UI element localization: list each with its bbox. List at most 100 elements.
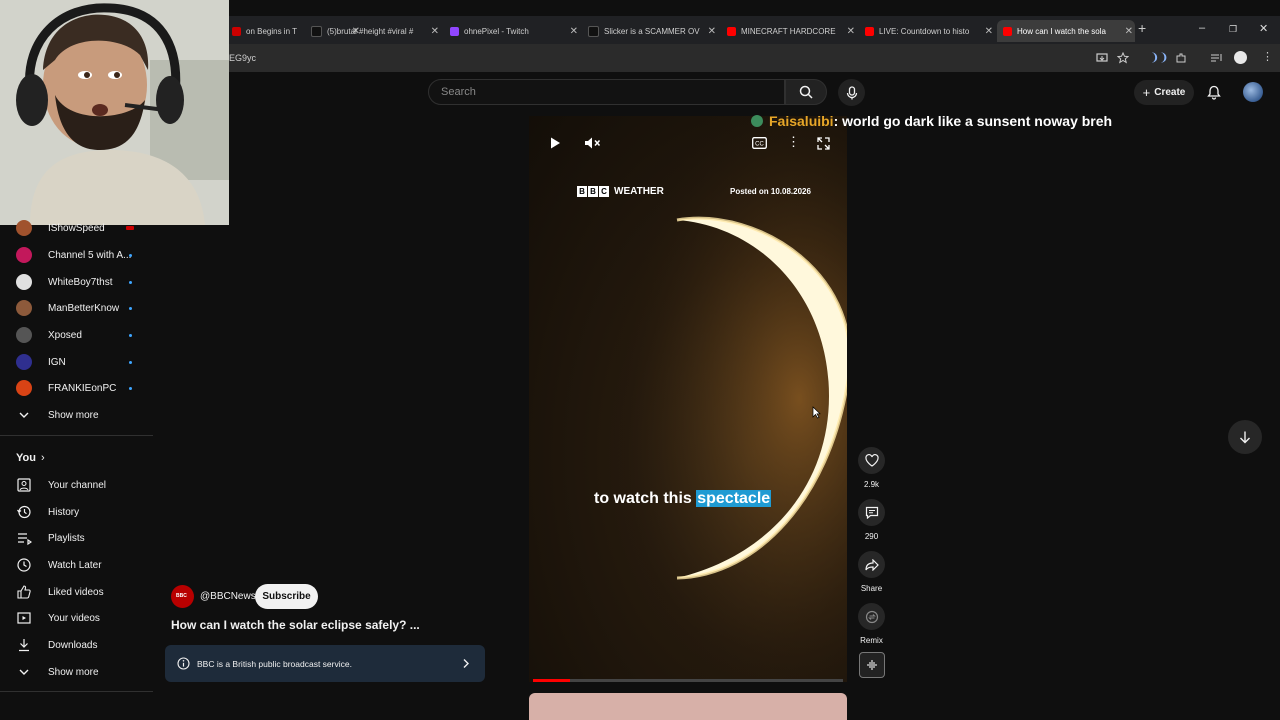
browser-tab[interactable]: LIVE: Countdown to histo ✕ (865, 20, 995, 42)
subscribe-button[interactable]: Subscribe (255, 584, 318, 609)
install-app-icon[interactable] (1096, 52, 1108, 64)
divider (0, 435, 153, 436)
share-button[interactable] (858, 551, 885, 578)
url-text[interactable]: EG9yc (229, 53, 256, 63)
like-button[interactable] (858, 447, 885, 474)
browser-tab[interactable]: ohnePixel - Twitch ✕ (450, 20, 580, 42)
comments-button[interactable] (858, 499, 885, 526)
extension-icon[interactable]: ❩❩ (1150, 51, 1168, 64)
channel-avatar (16, 380, 32, 396)
youtube-icon (865, 26, 874, 36)
live-indicator-icon (126, 226, 134, 230)
notifications-bell-icon[interactable] (1207, 85, 1221, 100)
sidebar-item-history[interactable]: History (0, 500, 153, 524)
chat-overlay-message: Faisaluibi: world go dark like a sunsent… (751, 113, 1112, 129)
bbc-logo-letter: C (599, 186, 609, 197)
profile-avatar[interactable] (1234, 51, 1247, 64)
channel-avatar (16, 354, 32, 370)
new-content-dot-icon (129, 306, 132, 310)
sidebar-item-label: Channel 5 with A... (48, 249, 132, 261)
sidebar-item-downloads[interactable]: Downloads (0, 633, 153, 657)
sidebar-item-subscription[interactable]: IGN (0, 350, 153, 374)
closed-captions-icon[interactable]: CC (752, 137, 767, 149)
new-tab-icon[interactable]: + (1138, 20, 1146, 36)
audio-waveform-icon (867, 660, 877, 670)
chat-message-text: : world go dark like a sunsent noway bre… (833, 113, 1113, 129)
sidebar-item-subscription[interactable]: ManBetterKnow (0, 296, 153, 320)
close-window-icon[interactable]: ✕ (1259, 22, 1268, 35)
sidebar-you-heading[interactable]: You › (0, 446, 153, 470)
browser-tab[interactable]: MINECRAFT HARDCORE ✕ (727, 20, 857, 42)
sidebar-show-more[interactable]: Show more (0, 660, 153, 684)
sound-button[interactable] (859, 652, 885, 678)
sidebar-item-your-videos[interactable]: Your videos (0, 606, 153, 630)
close-tab-icon[interactable]: ✕ (431, 26, 439, 37)
youtube-icon (232, 26, 241, 36)
shorts-video-player[interactable] (529, 116, 847, 682)
close-tab-icon[interactable]: ✕ (570, 26, 578, 37)
new-content-dot-icon (129, 386, 132, 390)
watch-later-icon (17, 558, 31, 572)
new-content-dot-icon (129, 253, 132, 257)
create-button[interactable]: + Create (1134, 80, 1194, 105)
video-title[interactable]: How can I watch the solar eclipse safely… (171, 618, 420, 632)
account-avatar[interactable] (1243, 82, 1263, 102)
channel-handle[interactable]: @BBCNews (200, 591, 256, 602)
close-tab-icon[interactable]: ✕ (1125, 26, 1133, 37)
bookmark-star-icon[interactable] (1117, 52, 1129, 64)
comment-count: 290 (864, 532, 879, 541)
media-control-icon[interactable] (1210, 52, 1223, 64)
your-channel-icon (17, 478, 31, 492)
close-tab-icon[interactable]: ✕ (708, 26, 716, 37)
sidebar-item-playlists[interactable]: Playlists (0, 526, 153, 550)
channel-avatar[interactable]: BBC (171, 585, 194, 608)
microphone-icon (846, 85, 857, 99)
remix-button[interactable] (858, 603, 885, 630)
minimize-icon[interactable]: – (1199, 22, 1205, 34)
search-input[interactable]: Search (428, 79, 785, 105)
tab-label: ohnePixel - Twitch (464, 26, 529, 36)
search-button[interactable] (785, 79, 827, 105)
next-video-button[interactable] (1228, 420, 1262, 454)
browser-tab[interactable]: Slicker is a SCAMMER OV ✕ (588, 20, 718, 42)
sidebar-item-label: Show more (48, 409, 99, 421)
caption-text: to watch this (594, 490, 697, 507)
fullscreen-icon[interactable] (817, 137, 830, 150)
more-options-icon[interactable]: ⋮ (787, 134, 800, 150)
sidebar-show-more[interactable]: Show more (0, 403, 153, 427)
mute-icon[interactable] (584, 136, 601, 150)
mouse-cursor-icon (812, 406, 821, 419)
share-label: Share (860, 584, 883, 593)
close-tab-icon[interactable]: ✕ (985, 26, 993, 37)
like-count: 2.9k (863, 480, 880, 489)
browser-tab[interactable]: (5)brutal #height #viral # ✕ (311, 20, 441, 42)
extensions-puzzle-icon[interactable] (1175, 52, 1187, 64)
sidebar-item-subscription[interactable]: Xposed (0, 323, 153, 347)
sidebar-item-subscription[interactable]: Channel 5 with A... (0, 243, 153, 267)
chevron-right-icon (463, 659, 469, 668)
channel-avatar (16, 274, 32, 290)
svg-text:CC: CC (755, 142, 764, 148)
sidebar-item-liked-videos[interactable]: Liked videos (0, 580, 153, 604)
sidebar-item-subscription[interactable]: IShowSpeed (0, 216, 153, 240)
solar-eclipse-image (529, 116, 847, 682)
sidebar-item-subscription[interactable]: FRANKIEonPC (0, 376, 153, 400)
next-video-preview[interactable] (529, 693, 847, 720)
remix-label: Remix (860, 636, 883, 645)
voice-search-button[interactable] (838, 79, 865, 106)
tiktok-icon (588, 25, 599, 37)
restore-icon[interactable]: ❐ (1229, 24, 1237, 35)
sidebar-item-subscription[interactable]: WhiteBoy7thst (0, 270, 153, 294)
browser-tab-active[interactable]: How can I watch the sola ✕ (997, 20, 1135, 42)
like-icon (17, 585, 31, 599)
play-icon[interactable] (548, 136, 562, 150)
sidebar-item-label: Xposed (48, 329, 82, 341)
close-tab-icon[interactable]: ✕ (847, 26, 855, 37)
video-progress-bar[interactable] (533, 679, 843, 682)
share-icon (864, 558, 879, 571)
sidebar-item-your-channel[interactable]: Your channel (0, 473, 153, 497)
browser-menu-icon[interactable]: ⋮ (1262, 50, 1273, 63)
tab-label: Slicker is a SCAMMER OV (604, 26, 700, 36)
new-content-dot-icon (129, 360, 132, 364)
sidebar-item-watch-later[interactable]: Watch Later (0, 553, 153, 577)
